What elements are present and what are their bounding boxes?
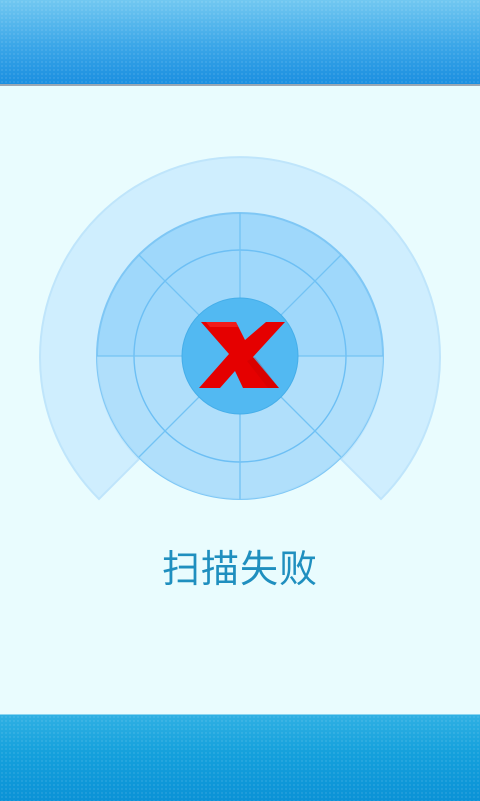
bottom-bar bbox=[0, 714, 480, 801]
radar-icon bbox=[39, 156, 441, 501]
scan-status-text: 扫描失败 bbox=[161, 547, 318, 591]
top-bar bbox=[0, 0, 480, 86]
